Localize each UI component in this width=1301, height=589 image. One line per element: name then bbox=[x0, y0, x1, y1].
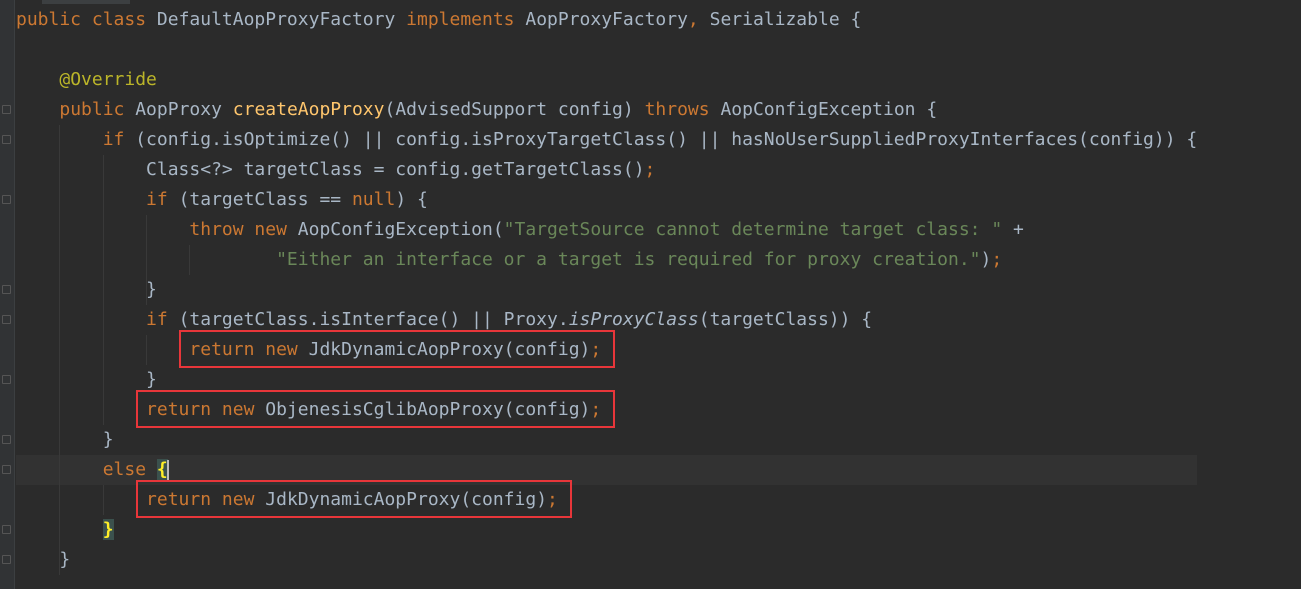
code-token: (targetClass.isInterface() || Proxy. bbox=[178, 309, 569, 330]
code-line[interactable]: "Either an interface or a target is requ… bbox=[16, 245, 1197, 275]
code-token: ; bbox=[644, 159, 656, 180]
code-token: } bbox=[102, 519, 114, 540]
fold-marker-icon[interactable] bbox=[2, 525, 11, 534]
code-token: else bbox=[102, 459, 157, 480]
code-editor[interactable]: public class DefaultAopProxyFactory impl… bbox=[0, 0, 1301, 589]
indent-guide bbox=[102, 155, 104, 425]
fold-marker-icon[interactable] bbox=[2, 465, 11, 474]
code-token: Serializable { bbox=[709, 9, 862, 30]
code-token: , bbox=[687, 9, 710, 30]
indent-guide bbox=[59, 125, 61, 575]
code-token: implements bbox=[406, 9, 526, 30]
code-token: public bbox=[59, 99, 136, 120]
code-token: AopProxy bbox=[135, 99, 233, 120]
code-line[interactable]: } bbox=[16, 515, 1197, 545]
fold-marker-icon[interactable] bbox=[2, 315, 11, 324]
code-token: AopProxyFactory bbox=[525, 9, 688, 30]
code-token: ) bbox=[980, 249, 992, 270]
code-line[interactable]: if (config.isOptimize() || config.isProx… bbox=[16, 125, 1198, 155]
code-token: Class<?> targetClass = config.getTargetC… bbox=[16, 159, 645, 180]
code-line[interactable]: public class DefaultAopProxyFactory impl… bbox=[16, 5, 1197, 35]
fold-marker-icon[interactable] bbox=[2, 195, 11, 204]
code-token: if bbox=[102, 129, 136, 150]
fold-marker-icon[interactable] bbox=[2, 105, 11, 114]
code-token: if bbox=[146, 309, 179, 330]
indent-guide bbox=[102, 485, 104, 515]
code-token: isProxyClass bbox=[568, 309, 699, 330]
code-token: } bbox=[16, 429, 114, 450]
code-token: DefaultAopProxyFactory bbox=[156, 9, 407, 30]
code-token: (targetClass == bbox=[178, 189, 352, 210]
highlight-box bbox=[136, 390, 616, 428]
highlight-box bbox=[136, 480, 572, 518]
code-token: AopConfigException { bbox=[720, 99, 938, 120]
indent-guide bbox=[146, 215, 148, 305]
editor-gutter bbox=[0, 0, 15, 589]
code-line[interactable]: } bbox=[16, 275, 1197, 305]
highlight-box bbox=[179, 330, 616, 368]
code-token: if bbox=[146, 189, 179, 210]
fold-marker-icon[interactable] bbox=[2, 285, 11, 294]
fold-marker-icon[interactable] bbox=[2, 555, 11, 564]
code-token: (config.isOptimize() || config.isProxyTa… bbox=[135, 129, 1198, 150]
code-token: createAopProxy bbox=[232, 99, 385, 120]
code-line[interactable]: } bbox=[16, 545, 1197, 575]
code-token: (targetClass)) { bbox=[698, 309, 873, 330]
indent-guide bbox=[189, 245, 191, 275]
code-token: ) { bbox=[395, 189, 428, 210]
code-line[interactable]: @Override bbox=[16, 65, 1197, 95]
code-token: } bbox=[16, 279, 157, 300]
code-token: } bbox=[16, 369, 157, 390]
code-line[interactable]: if (targetClass == null) { bbox=[16, 185, 1197, 215]
fold-marker-icon[interactable] bbox=[2, 375, 11, 384]
code-token: + bbox=[1013, 219, 1024, 240]
code-line[interactable]: Class<?> targetClass = config.getTargetC… bbox=[16, 155, 1197, 185]
code-token: ; bbox=[991, 249, 1003, 270]
code-line[interactable]: throw new AopConfigException("TargetSour… bbox=[16, 215, 1197, 245]
code-token: } bbox=[16, 549, 71, 570]
fold-marker-icon[interactable] bbox=[2, 435, 11, 444]
code-token: throw new bbox=[189, 219, 298, 240]
code-line[interactable]: public AopProxy createAopProxy(AdvisedSu… bbox=[16, 95, 1197, 125]
code-token: null bbox=[351, 189, 396, 210]
code-token: "Either an interface or a target is requ… bbox=[276, 249, 981, 270]
code-token: throws bbox=[644, 99, 721, 120]
code-token: @Override bbox=[59, 69, 157, 90]
code-token: class bbox=[91, 9, 157, 30]
text-caret bbox=[166, 460, 169, 480]
fold-marker-icon[interactable] bbox=[2, 135, 11, 144]
code-token: AopConfigException( bbox=[297, 219, 504, 240]
code-line[interactable]: } bbox=[16, 425, 1197, 455]
code-token: (AdvisedSupport config) bbox=[384, 99, 645, 120]
indent-guide bbox=[146, 335, 148, 365]
code-token: "TargetSource cannot determine target cl… bbox=[503, 219, 1014, 240]
code-line[interactable] bbox=[16, 35, 1197, 65]
horizontal-scrollbar-thumb[interactable] bbox=[42, 0, 130, 4]
code-token: public bbox=[16, 9, 92, 30]
